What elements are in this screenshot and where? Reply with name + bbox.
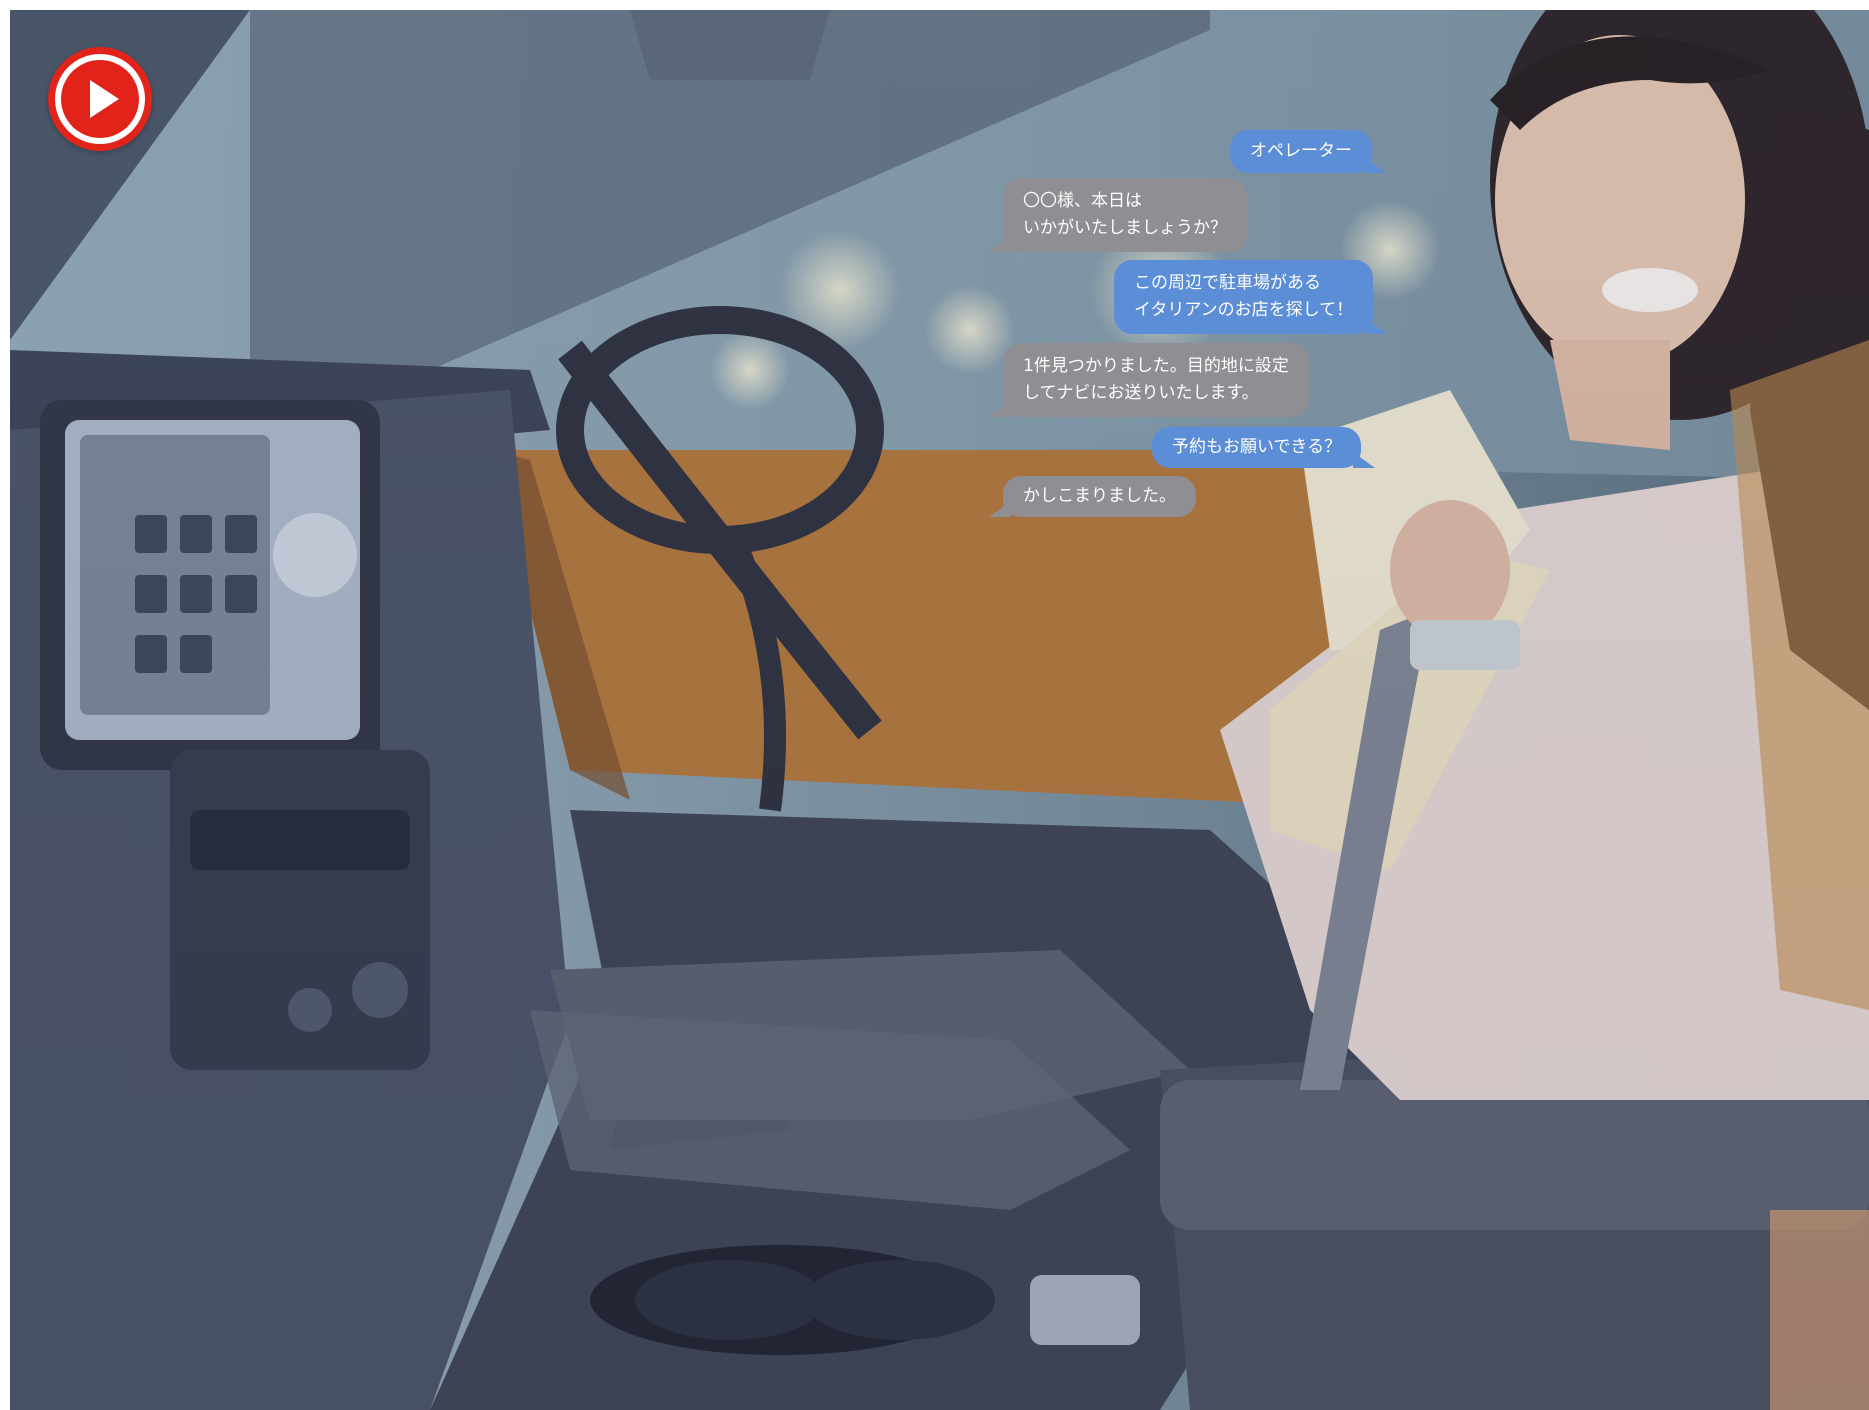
car-interior-photo (10, 10, 1869, 1410)
chat-bubble-operator: 〇〇様、本日は いかがいたしましょうか？ (989, 178, 1247, 252)
chat-bubble-user: 予約もお願いできる？ (1152, 427, 1376, 468)
video-poster[interactable]: オペレーター 〇〇様、本日は いかがいたしましょうか？ この周辺で駐車場がある … (10, 10, 1869, 1410)
play-icon (61, 60, 139, 138)
chat-bubble-operator: かしこまりました。 (989, 476, 1196, 517)
chat-bubble-operator: 1件見つかりました。目的地に設定 してナビにお送りいたします。 (989, 343, 1309, 417)
chat-bubble-user: この周辺で駐車場がある イタリアンのお店を探して！ (1114, 260, 1388, 334)
speaker-label-bubble: オペレーター (1230, 130, 1386, 173)
play-video-button[interactable] (48, 47, 152, 151)
